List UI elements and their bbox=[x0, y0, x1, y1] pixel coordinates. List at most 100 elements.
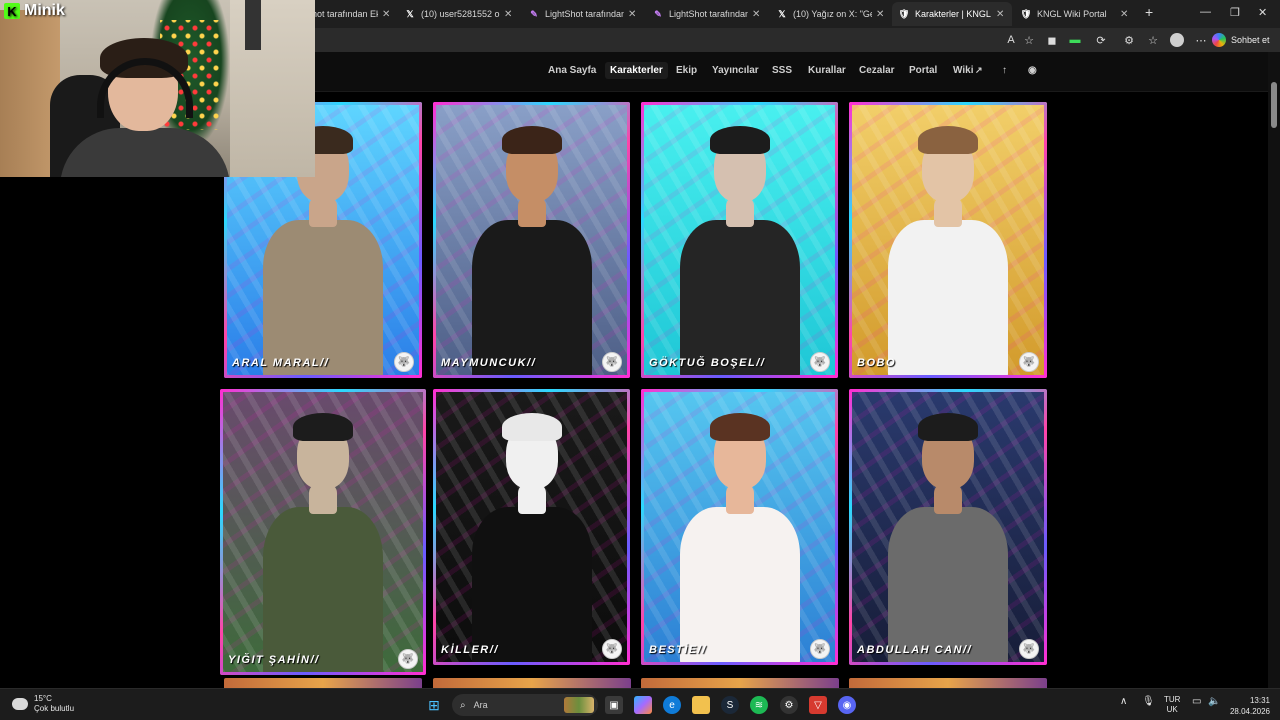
nav-item-portal[interactable]: Portal bbox=[909, 65, 937, 76]
character-portrait bbox=[878, 102, 1018, 378]
weather-widget[interactable]: 15°C Çok bulutlu bbox=[12, 694, 74, 714]
portrait-hair bbox=[918, 126, 978, 154]
character-card[interactable]: BOBO 🐺 bbox=[849, 102, 1047, 378]
microphone-icon[interactable]: 🎙 bbox=[1142, 696, 1155, 707]
character-card-partial[interactable] bbox=[224, 678, 422, 688]
address-bar[interactable] bbox=[320, 31, 1280, 49]
wolf-logo-icon: 🐺 bbox=[394, 352, 414, 372]
wolf-logo-icon: 🐺 bbox=[602, 639, 622, 659]
character-card-partial[interactable] bbox=[849, 678, 1047, 688]
new-tab-icon[interactable]: + bbox=[1145, 4, 1153, 20]
webcam-overlay: K Minik bbox=[0, 0, 315, 177]
overlay-brand: Minik bbox=[24, 2, 65, 19]
character-card[interactable]: BESTİE// 🐺 bbox=[641, 389, 838, 665]
close-icon[interactable]: ✕ bbox=[628, 9, 638, 20]
character-card[interactable]: GÖKTUĞ BOŞEL// 🐺 bbox=[641, 102, 838, 378]
character-portrait bbox=[670, 389, 810, 665]
close-icon[interactable]: ✕ bbox=[1120, 9, 1130, 20]
copilot-chat-button[interactable]: Sohbet et bbox=[1212, 31, 1270, 49]
character-card-partial[interactable] bbox=[641, 678, 839, 688]
portrait-body bbox=[263, 220, 383, 378]
extension-icon[interactable]: ▬ bbox=[1068, 33, 1082, 47]
portrait-body bbox=[263, 507, 383, 675]
portrait-body bbox=[679, 220, 800, 378]
close-icon[interactable]: ✕ bbox=[752, 9, 762, 20]
tab-title: (10) user5281552 on X: bbox=[421, 9, 500, 19]
scrollbar-thumb[interactable] bbox=[1271, 82, 1277, 128]
character-card-partial[interactable] bbox=[433, 678, 631, 688]
language-indicator[interactable]: TUR UK bbox=[1164, 695, 1180, 715]
extension-icon[interactable]: ◼ bbox=[1045, 33, 1059, 47]
browser-tab[interactable]: 𝕏 (10) user5281552 on X: ✕ bbox=[398, 2, 520, 26]
clock-time: 13:31 bbox=[1249, 696, 1270, 705]
refresh-extension-icon[interactable]: ⟳ bbox=[1094, 33, 1108, 47]
cloud-icon bbox=[12, 698, 28, 710]
portrait-hair bbox=[293, 413, 353, 441]
read-aloud-icon[interactable]: A bbox=[1004, 33, 1018, 47]
favorites-icon[interactable]: ☆ bbox=[1146, 33, 1160, 47]
maximize-icon[interactable]: ❐ bbox=[1230, 6, 1240, 19]
profile-avatar-icon[interactable] bbox=[1170, 33, 1184, 47]
browser-tab[interactable]: 🛡 KNGL Wiki Portal ✕ bbox=[1014, 2, 1136, 26]
character-name: GÖKTUĞ BOŞEL// bbox=[649, 357, 766, 369]
spotify-icon[interactable]: ≋ bbox=[750, 696, 768, 714]
character-portrait bbox=[878, 389, 1018, 665]
app-icon[interactable]: ⚙ bbox=[780, 696, 798, 714]
taskbar-search[interactable]: ⌕ Ara bbox=[452, 694, 598, 716]
steam-icon[interactable]: S bbox=[721, 696, 739, 714]
close-icon[interactable]: ✕ bbox=[504, 9, 514, 20]
chat-button-label: Sohbet et bbox=[1231, 35, 1270, 45]
portrait-body bbox=[471, 220, 592, 378]
browser-tab[interactable]: ✎ LightShot tarafından Ek ✕ bbox=[646, 2, 768, 26]
scroll-top-icon[interactable]: ↑ bbox=[1002, 65, 1007, 76]
close-icon[interactable]: ✕ bbox=[876, 9, 886, 20]
task-view-icon[interactable]: ▣ bbox=[605, 696, 623, 714]
nav-item-ana-sayfa[interactable]: Ana Sayfa bbox=[548, 65, 596, 76]
character-card[interactable]: KİLLER// 🐺 bbox=[433, 389, 630, 665]
tab-title: LightShot tarafından Ek bbox=[669, 9, 748, 19]
minimize-icon[interactable]: — bbox=[1200, 6, 1211, 18]
character-name: ARAL MARAL// bbox=[232, 357, 330, 369]
wolf-logo-icon: 🐺 bbox=[810, 352, 830, 372]
nav-item-sss[interactable]: SSS bbox=[772, 65, 792, 76]
character-card[interactable]: ABDULLAH CAN// 🐺 bbox=[849, 389, 1047, 665]
browser-tab[interactable]: ✎ LightShot tarafından Ek ✕ bbox=[522, 2, 644, 26]
discord-taskbar-icon[interactable]: ◉ bbox=[838, 696, 856, 714]
tray-chevron-icon[interactable]: ∧ bbox=[1120, 696, 1127, 707]
volume-icon[interactable]: 🔈 bbox=[1208, 696, 1220, 707]
character-name: KİLLER// bbox=[441, 644, 499, 656]
character-card[interactable]: MAYMUNCUK// 🐺 bbox=[433, 102, 630, 378]
browser-tab[interactable]: 𝕏 (10) Yağız on X: "Geliyor ✕ bbox=[770, 2, 892, 26]
browser-tab-active[interactable]: 🛡 Karakterler | KNGL RP ✕ bbox=[892, 2, 1012, 26]
nav-item-karakterler[interactable]: Karakterler bbox=[605, 62, 668, 79]
nav-item-wiki[interactable]: Wiki bbox=[953, 65, 973, 76]
taskbar-clock[interactable]: 13:31 28.04.2026 bbox=[1226, 695, 1270, 717]
brave-icon[interactable]: ▽ bbox=[809, 696, 827, 714]
extensions-puzzle-icon[interactable]: ⚙ bbox=[1122, 33, 1136, 47]
character-name: MAYMUNCUK// bbox=[441, 357, 537, 369]
nav-item-kurallar[interactable]: Kurallar bbox=[808, 65, 846, 76]
discord-icon[interactable]: ◉ bbox=[1028, 65, 1037, 76]
webcam-shelf bbox=[230, 0, 315, 177]
edge-browser-icon[interactable]: e bbox=[663, 696, 681, 714]
more-menu-icon[interactable]: ⋯ bbox=[1194, 33, 1208, 47]
favorite-star-icon[interactable]: ☆ bbox=[1022, 33, 1036, 47]
close-icon[interactable]: ✕ bbox=[996, 9, 1006, 20]
page-scrollbar[interactable] bbox=[1268, 52, 1280, 688]
window-close-icon[interactable]: ✕ bbox=[1258, 6, 1267, 19]
lang-top: TUR bbox=[1164, 695, 1181, 704]
network-icon[interactable]: ▭ bbox=[1192, 696, 1201, 707]
character-portrait bbox=[253, 389, 393, 675]
nav-item-yayincilar[interactable]: Yayıncılar bbox=[712, 65, 759, 76]
portrait-hair bbox=[709, 413, 770, 441]
copilot-taskbar-icon[interactable] bbox=[634, 696, 652, 714]
search-icon: ⌕ bbox=[460, 699, 466, 711]
windows-taskbar: 15°C Çok bulutlu ⊞ ⌕ Ara ▣ e S ≋ ⚙ ▽ ◉ ∧… bbox=[0, 688, 1280, 720]
nav-item-ekip[interactable]: Ekip bbox=[676, 65, 697, 76]
windows-start-icon[interactable]: ⊞ bbox=[425, 696, 443, 714]
file-explorer-icon[interactable] bbox=[692, 696, 710, 714]
nav-item-cezalar[interactable]: Cezalar bbox=[859, 65, 895, 76]
character-card[interactable]: YIĞIT ŞAHİN// 🐺 bbox=[220, 389, 426, 675]
portrait-hair bbox=[501, 126, 562, 154]
close-icon[interactable]: ✕ bbox=[382, 9, 392, 20]
